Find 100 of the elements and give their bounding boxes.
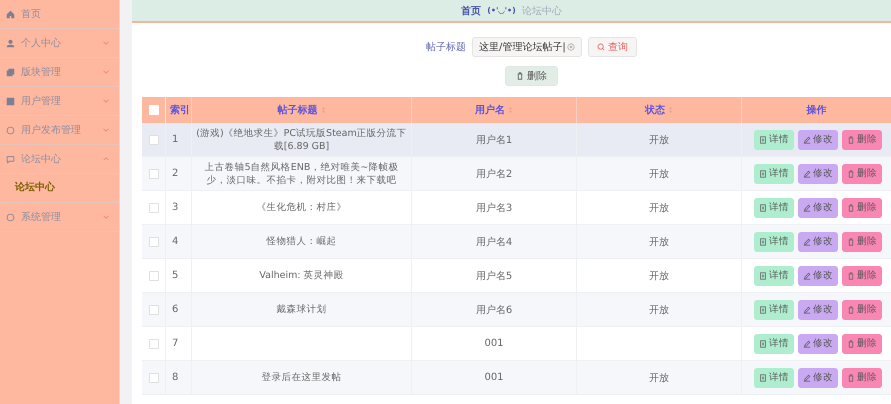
row-checkbox[interactable] bbox=[148, 304, 158, 314]
table-cell-text: 用户名4 bbox=[476, 236, 512, 248]
menu-item[interactable]: 论坛中心 bbox=[0, 145, 119, 174]
column-header: 用户名 bbox=[475, 103, 505, 117]
document-icon bbox=[759, 340, 767, 348]
edit-button[interactable]: 修改 bbox=[798, 164, 838, 184]
table-row[interactable]: 4 怪物猎人：崛起 用户名4 开放 详情 修改 删除 bbox=[142, 225, 891, 259]
edit-button[interactable]: 修改 bbox=[798, 198, 838, 218]
breadcrumb-item[interactable]: 首页 bbox=[461, 4, 482, 18]
table-row[interactable]: 2 上古卷轴5自然风格ENB，绝对唯美~降帧极少，淡口味。不掐卡，附对比图！来下载吧 用户名2 开放 详情 修改 删除 bbox=[142, 157, 891, 191]
row-checkbox[interactable] bbox=[148, 236, 158, 246]
table-cell-text: 开放 bbox=[649, 270, 669, 282]
menu-item[interactable]: 用户发布管理 bbox=[0, 116, 119, 145]
pencil-icon bbox=[803, 170, 811, 178]
table-cell-text: 开放 bbox=[649, 236, 669, 248]
edit-button[interactable]: 修改 bbox=[798, 334, 838, 354]
delete-button[interactable]: 删除 bbox=[842, 266, 882, 286]
menu-item[interactable]: 个人中心 bbox=[0, 29, 119, 58]
table-cell: 3 bbox=[172, 202, 178, 213]
search-button[interactable]: 查询 bbox=[588, 37, 637, 57]
home-icon bbox=[6, 10, 15, 18]
clear-icon[interactable] bbox=[567, 43, 575, 51]
detail-button[interactable]: 详情 bbox=[754, 266, 794, 286]
table-cell: 6 bbox=[172, 304, 178, 315]
document-icon bbox=[759, 238, 767, 246]
table-cell: 2 bbox=[172, 168, 178, 179]
table-row[interactable]: 3 《生化危机：村庄》 用户名3 开放 详情 修改 删除 bbox=[142, 191, 891, 225]
document-icon bbox=[759, 170, 767, 178]
menu-item[interactable]: 用户管理 bbox=[0, 87, 119, 116]
menu-item[interactable]: 首页 bbox=[0, 0, 119, 29]
table-cell: 4 bbox=[172, 236, 178, 247]
pencil-icon bbox=[803, 272, 811, 280]
pencil-icon bbox=[803, 306, 811, 314]
search-icon bbox=[597, 43, 605, 51]
column-header: 帖子标题 bbox=[278, 104, 318, 117]
trash-icon bbox=[847, 340, 855, 348]
submenu-item[interactable]: 论坛中心 bbox=[0, 174, 119, 203]
document-icon bbox=[759, 136, 767, 144]
breadcrumb-item: 论坛中心 bbox=[522, 4, 562, 18]
detail-button[interactable]: 详情 bbox=[754, 300, 794, 320]
circle-icon bbox=[6, 126, 15, 134]
edit-button[interactable]: 修改 bbox=[798, 232, 838, 252]
detail-button[interactable]: 详情 bbox=[754, 164, 794, 184]
delete-button[interactable]: 删除 bbox=[842, 368, 882, 388]
document-icon bbox=[759, 272, 767, 280]
delete-button[interactable]: 删除 bbox=[842, 130, 882, 150]
detail-button[interactable]: 详情 bbox=[754, 368, 794, 388]
sort-icon[interactable] bbox=[508, 106, 513, 114]
table-row[interactable]: 8 登录后在这里发帖 001 开放 详情 修改 删除 bbox=[142, 361, 891, 395]
sort-icon[interactable] bbox=[320, 106, 326, 114]
search-field[interactable]: 这里/管理论坛帖子| bbox=[472, 37, 582, 57]
chat-icon bbox=[6, 154, 15, 164]
pencil-icon bbox=[803, 204, 811, 212]
table-cell-text: 用户名1 bbox=[476, 134, 512, 146]
table-cell-text: 开放 bbox=[649, 202, 669, 214]
edit-button[interactable]: 修改 bbox=[798, 300, 838, 320]
detail-button[interactable]: 详情 bbox=[754, 198, 794, 218]
table-cell: 001 bbox=[484, 372, 504, 383]
edit-button[interactable]: 修改 bbox=[798, 130, 838, 150]
table-cell: 7 bbox=[172, 338, 178, 349]
row-checkbox[interactable] bbox=[148, 134, 158, 144]
trash-icon bbox=[847, 170, 855, 178]
delete-button[interactable]: 删除 bbox=[842, 300, 882, 320]
table-row[interactable]: 1 (游戏)《绝地求生》PC试玩版Steam正版分流下载[6.89 GB] 用户名1 开放 详情 修改 删除 bbox=[142, 123, 891, 157]
circle-icon bbox=[6, 212, 15, 222]
table-cell-text: 用户名2 bbox=[476, 168, 512, 180]
delete-button[interactable]: 删除 bbox=[842, 334, 882, 354]
table-cell: 8 bbox=[172, 372, 178, 383]
table-cell: 1 bbox=[172, 134, 178, 145]
trash-icon bbox=[847, 136, 855, 144]
table-row[interactable]: 7 001 详情 修改 删除 bbox=[142, 327, 891, 361]
detail-button[interactable]: 详情 bbox=[754, 334, 794, 354]
document-icon bbox=[759, 374, 767, 382]
table-row[interactable]: 6 戴森球计划 用户名6 开放 详情 修改 删除 bbox=[142, 293, 891, 327]
table-cell: 5 bbox=[172, 270, 178, 281]
row-checkbox[interactable] bbox=[148, 338, 158, 348]
pencil-icon bbox=[803, 340, 811, 348]
delete-button[interactable]: 删除 bbox=[505, 66, 558, 86]
table-row[interactable]: 5 Valheim: 英灵神殿 用户名5 开放 详情 修改 删除 bbox=[142, 259, 891, 293]
edit-button[interactable]: 修改 bbox=[798, 266, 838, 286]
row-checkbox[interactable] bbox=[148, 270, 158, 280]
row-checkbox[interactable] bbox=[148, 202, 158, 212]
table-cell: 001 bbox=[484, 338, 504, 349]
trash-icon bbox=[847, 238, 855, 246]
table-cell-text: 开放 bbox=[649, 304, 669, 316]
menu-item[interactable]: 系统管理 bbox=[0, 203, 119, 232]
table-cell-text: 开放 bbox=[649, 134, 669, 146]
select-all-checkbox[interactable] bbox=[148, 105, 158, 115]
delete-button[interactable]: 删除 bbox=[842, 198, 882, 218]
delete-button[interactable]: 删除 bbox=[842, 232, 882, 252]
sort-icon[interactable] bbox=[668, 106, 673, 114]
edit-button[interactable]: 修改 bbox=[798, 368, 838, 388]
document-icon bbox=[759, 306, 767, 314]
menu-item[interactable]: 版块管理 bbox=[0, 58, 119, 87]
row-checkbox[interactable] bbox=[148, 168, 158, 178]
delete-button[interactable]: 删除 bbox=[842, 164, 882, 184]
detail-button[interactable]: 详情 bbox=[754, 130, 794, 150]
detail-button[interactable]: 详情 bbox=[754, 232, 794, 252]
row-checkbox[interactable] bbox=[148, 372, 158, 382]
copy-icon bbox=[6, 68, 15, 76]
